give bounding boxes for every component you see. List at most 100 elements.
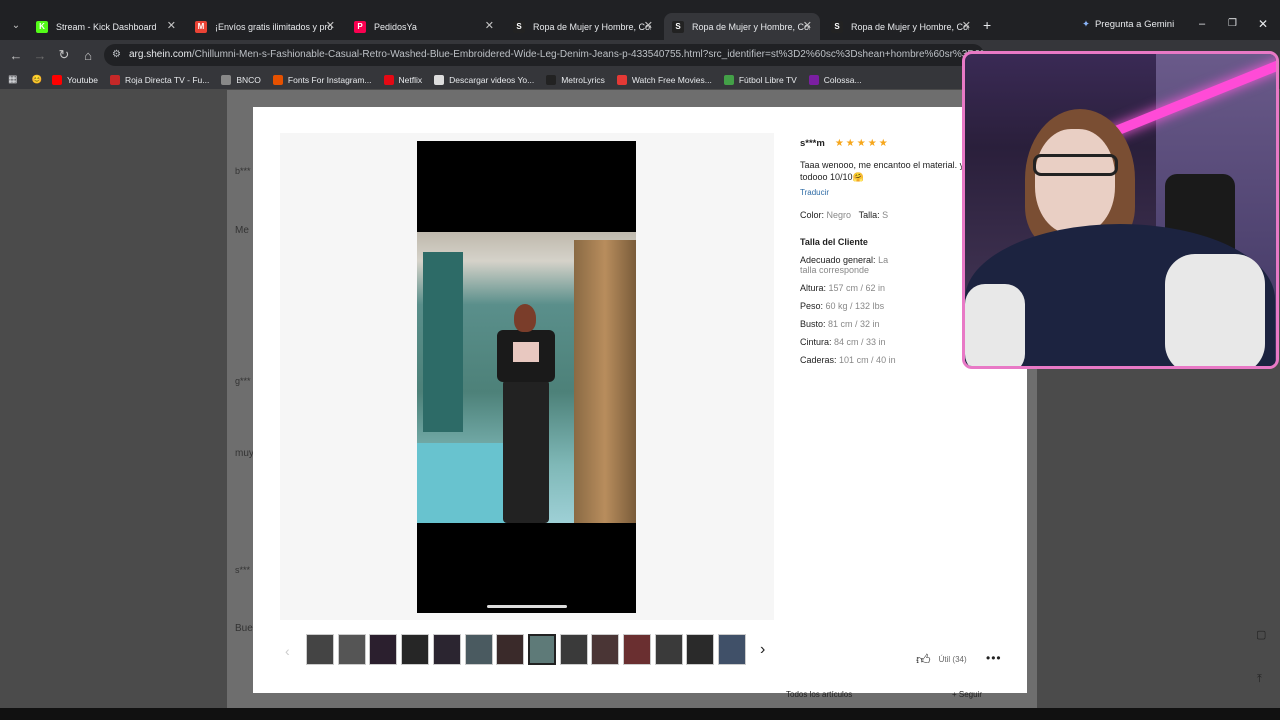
bookmark-label: Youtube (67, 74, 98, 85)
bg-review-text: muy (235, 448, 254, 459)
weight-label: Peso: (800, 301, 824, 311)
tab-title: ¡Envíos gratis ilimitados y promo (215, 21, 333, 32)
review-thumbnail[interactable] (591, 634, 620, 665)
emoji-bookmark-icon[interactable]: 😊 (31, 74, 42, 85)
tab-title: Stream - Kick Dashboard (56, 21, 157, 32)
restore-button[interactable]: ❐ (1228, 18, 1237, 29)
bookmark-label: Netflix (398, 74, 423, 85)
review-thumbnail[interactable] (527, 634, 556, 665)
tab-bar: ⌄ K Stream - Kick Dashboard ✕ M ¡Envíos grat… (0, 13, 1280, 40)
close-window-button[interactable]: ✕ (1258, 17, 1268, 31)
review-thumbnail[interactable] (401, 634, 430, 665)
tab-close-icon[interactable]: ✕ (962, 19, 971, 32)
person (497, 304, 555, 523)
review-thumbnail[interactable] (306, 634, 334, 665)
size-value: S (882, 210, 889, 220)
minimize-button[interactable]: – (1199, 18, 1205, 30)
tab-5[interactable]: S Ropa de Mujer y Hombre, Com ✕ (664, 13, 820, 40)
review-thumbnail[interactable] (623, 634, 651, 665)
tab-close-icon[interactable]: ✕ (644, 19, 653, 32)
tab-2[interactable]: M ¡Envíos gratis ilimitados y promo ✕ (187, 13, 343, 40)
home-icon[interactable]: ⌂ (76, 48, 100, 63)
bookmark-favicon-icon (808, 74, 819, 85)
translate-link[interactable]: Traducir (800, 188, 965, 197)
thumbs-next-icon[interactable]: › (760, 641, 765, 659)
bookmark-item[interactable]: Watch Free Movies... (616, 74, 712, 85)
reload-icon[interactable]: ↻ (52, 47, 76, 63)
tab-favicon-icon: S (672, 20, 684, 33)
back-icon[interactable]: ← (4, 48, 28, 63)
site-info-icon[interactable]: ⚙ (112, 44, 121, 66)
bookmark-item[interactable]: BNCO (221, 74, 261, 85)
bottom-bar (0, 708, 1280, 720)
weight-value: 60 kg / 132 lbs (825, 301, 885, 311)
tab-title: Ropa de Mujer y Hombre, Com (692, 21, 810, 32)
new-tab-button[interactable]: + (983, 17, 991, 33)
webcam-overlay (962, 51, 1279, 369)
bookmark-item[interactable]: Colossa... (808, 74, 862, 85)
gemini-label: Pregunta a Gemini (1094, 19, 1175, 30)
back-to-top-icon[interactable]: ⤒ (1257, 673, 1262, 686)
tab-1[interactable]: K Stream - Kick Dashboard ✕ (28, 13, 184, 40)
bookmark-item[interactable]: Youtube (52, 74, 98, 85)
hips-row: Caderas: 101 cm / 40 in (800, 355, 965, 365)
thumbs-prev-icon[interactable]: ‹ (285, 643, 290, 659)
review-thumbnail[interactable] (559, 634, 588, 665)
review-thumbnail[interactable] (369, 634, 398, 665)
bookmark-item[interactable]: Roja Directa TV - Fu... (109, 74, 209, 85)
bookmark-item[interactable]: Netflix (383, 74, 423, 85)
url-field[interactable]: ⚙ arg.shein.com/Chillumni-Men-s-Fashionab… (104, 44, 984, 66)
tab-close-icon[interactable]: ✕ (803, 19, 812, 32)
review-details: s***m ★★★★★ Taaa wenooo, me encantoo el m… (800, 133, 965, 365)
review-thumbnail[interactable] (686, 634, 715, 665)
review-thumbnail[interactable] (654, 634, 683, 665)
bg-review-text: Me (235, 225, 249, 236)
bg-review-user: b*** (235, 166, 251, 176)
tab-3[interactable]: P PedidosYa ✕ (346, 13, 502, 40)
bookmark-item[interactable]: Fútbol Libre TV (723, 74, 797, 85)
tab-6[interactable]: S Ropa de Mujer y Hombre, Com ✕ (823, 13, 979, 40)
gemini-button[interactable]: ✦ Pregunta a Gemini (1082, 19, 1174, 30)
hips-label: Caderas: (800, 355, 837, 365)
bookmark-favicon-icon (272, 74, 283, 85)
helpful-count: Útil (34) (938, 655, 967, 664)
tab-close-icon[interactable]: ✕ (485, 19, 494, 32)
review-video[interactable] (417, 141, 636, 613)
bookmark-label: BNCO (236, 74, 261, 85)
tab-4[interactable]: S Ropa de Mujer y Hombre, Com ✕ (505, 13, 661, 40)
bookmark-item[interactable]: Descargar videos Yo... (434, 74, 534, 85)
review-thumbnail[interactable] (337, 634, 366, 665)
fit-label: Adecuado general: (800, 255, 876, 265)
fit-row: Adecuado general: La talla corresponde (800, 255, 895, 275)
gemini-icon: ✦ (1082, 19, 1090, 30)
bust-label: Busto: (800, 319, 826, 329)
tab-search-icon[interactable]: ⌄ (4, 20, 28, 31)
tab-favicon-icon: P (354, 20, 366, 33)
tab-favicon-icon: S (513, 20, 525, 33)
tab-close-icon[interactable]: ✕ (167, 19, 176, 32)
bookmark-item[interactable]: MetroLyrics (546, 74, 605, 85)
cam-glasses (1033, 154, 1118, 176)
video-home-indicator (487, 605, 567, 608)
review-thumbnail[interactable] (718, 634, 747, 665)
review-text: Taaa wenooo, me encantoo el material. y … (800, 160, 965, 182)
more-options-icon[interactable]: ••• (986, 651, 1002, 665)
bust-row: Busto: 81 cm / 32 in (800, 319, 965, 329)
side-feedback-icon[interactable]: ▢ (1256, 628, 1266, 641)
bookmark-item[interactable]: Fonts For Instagram... (272, 74, 372, 85)
url-path: /Chillumni-Men-s-Fashionable-Casual-Retr… (191, 49, 984, 60)
tab-close-icon[interactable]: ✕ (326, 19, 335, 32)
review-thumbnail[interactable] (464, 634, 493, 665)
waist-row: Cintura: 84 cm / 33 in (800, 337, 965, 347)
bookmark-label: Colossa... (823, 74, 862, 85)
forward-icon[interactable]: → (28, 48, 52, 63)
color-size-line: Color: Negro Talla: S (800, 210, 965, 220)
tab-title: Ropa de Mujer y Hombre, Com (851, 21, 969, 32)
apps-icon[interactable]: ▦ (8, 74, 17, 85)
bg-footer-left: Todos los artículos (786, 690, 853, 699)
helpful-button[interactable]: 👍︎ Útil (34) (916, 651, 967, 668)
tab-title: PedidosYa (374, 21, 417, 32)
review-thumbnail[interactable] (496, 634, 525, 665)
review-thumbnail[interactable] (432, 634, 461, 665)
customer-size-heading: Talla del Cliente (800, 237, 868, 247)
